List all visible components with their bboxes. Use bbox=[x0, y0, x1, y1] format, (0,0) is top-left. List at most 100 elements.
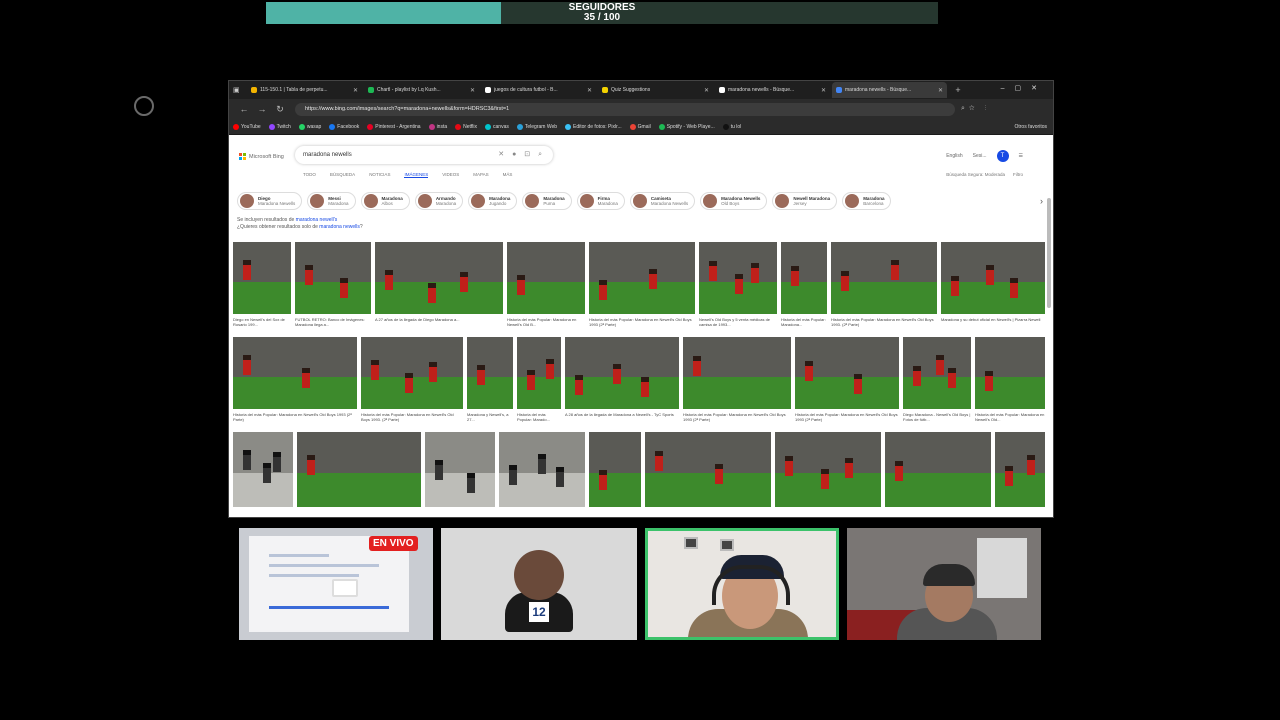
browser-tab[interactable]: Quiz Suggestions ✕ bbox=[598, 82, 713, 98]
image-result-caption[interactable]: FUTBOL RETRO: Banco de Imágenes: Maradon… bbox=[295, 317, 371, 332]
image-result-caption[interactable]: Historia del más Popular: Maradona en Ne… bbox=[975, 412, 1045, 427]
image-result-thumbnail[interactable] bbox=[499, 432, 585, 507]
safe-search-setting[interactable]: Búsqueda Segura: Moderada bbox=[946, 172, 1005, 177]
close-tab-icon[interactable]: ✕ bbox=[704, 87, 709, 94]
image-result-thumbnail[interactable] bbox=[297, 432, 421, 507]
tab-más[interactable]: MÁS bbox=[503, 172, 513, 178]
close-tab-icon[interactable]: ✕ bbox=[938, 87, 943, 94]
image-result-caption[interactable]: Historia del más Popular: Maradona en Ne… bbox=[361, 412, 463, 427]
browser-tab[interactable]: 115-150.1 | Tabla de perpetu... ✕ bbox=[247, 82, 362, 98]
related-search-chip[interactable]: Maradona Albos bbox=[360, 192, 410, 210]
related-search-chip[interactable]: Maradona Newells Old Boys bbox=[700, 192, 768, 210]
bookmark-item[interactable]: canvas bbox=[485, 123, 509, 130]
browser-tab[interactable]: juegos de cultura futbol - B... ✕ bbox=[481, 82, 596, 98]
bookmark-item[interactable]: insta bbox=[428, 123, 447, 130]
notice-alt-query-link[interactable]: maradona newells bbox=[319, 224, 360, 230]
url-field[interactable]: https://www.bing.com/images/search?q=mar… bbox=[295, 102, 955, 116]
page-scrollbar[interactable] bbox=[1047, 198, 1051, 308]
tab-búsqueda[interactable]: BÚSQUEDA bbox=[330, 172, 355, 178]
related-search-chip[interactable]: Maradona Barcelona bbox=[842, 192, 892, 210]
bookmark-item[interactable]: wasap bbox=[298, 123, 321, 130]
image-result-thumbnail[interactable] bbox=[699, 242, 777, 314]
image-result-thumbnail[interactable] bbox=[425, 432, 495, 507]
notice-query-link[interactable]: maradona newell's bbox=[296, 217, 338, 223]
chevron-right-icon[interactable]: › bbox=[1040, 196, 1043, 206]
other-bookmarks-folder[interactable]: Otros favoritos bbox=[1014, 124, 1047, 130]
filter-button[interactable]: Filtro bbox=[1013, 172, 1023, 177]
tab-actions-icon[interactable]: ▣ bbox=[233, 86, 241, 94]
bookmark-item[interactable]: tu lol bbox=[722, 123, 741, 130]
tab-mapas[interactable]: MAPAS bbox=[473, 172, 488, 178]
image-result-caption[interactable]: Maradona y su debut oficial en Newell's … bbox=[941, 317, 1045, 332]
forward-icon[interactable]: → bbox=[253, 104, 271, 114]
bookmark-item[interactable]: Netflix bbox=[455, 123, 477, 130]
image-result-thumbnail[interactable] bbox=[233, 337, 357, 409]
image-result-thumbnail[interactable] bbox=[507, 242, 585, 314]
reload-icon[interactable]: ↻ bbox=[271, 104, 289, 115]
related-search-chip[interactable]: Firma Maradona bbox=[576, 192, 625, 210]
language-link[interactable]: English bbox=[946, 153, 962, 159]
image-result-caption[interactable]: Historia del más Popular: Maradona en Ne… bbox=[233, 412, 357, 427]
related-search-chip[interactable]: Maradona Puma bbox=[522, 192, 572, 210]
image-result-thumbnail[interactable] bbox=[975, 337, 1045, 409]
image-result-caption[interactable]: Diego Maradona - Newell's Old Boys | Fot… bbox=[903, 412, 971, 427]
related-search-chip[interactable]: Newell Maradona Jersey bbox=[772, 192, 838, 210]
image-result-caption[interactable]: Diego en Newell's del Sox de Rosario 199… bbox=[233, 317, 291, 332]
image-result-thumbnail[interactable] bbox=[795, 337, 899, 409]
bookmark-item[interactable]: Gmail bbox=[629, 123, 651, 130]
image-result-thumbnail[interactable] bbox=[831, 242, 937, 314]
image-result-caption[interactable]: Historia del más Popular: Maradona en Ne… bbox=[831, 317, 937, 332]
window-controls[interactable]: –▢✕ bbox=[1001, 84, 1047, 92]
tab-videos[interactable]: VIDEOS bbox=[442, 172, 459, 178]
new-tab-button[interactable]: + bbox=[949, 85, 967, 95]
close-tab-icon[interactable]: ✕ bbox=[470, 87, 475, 94]
user-avatar[interactable]: T bbox=[996, 150, 1009, 162]
tab-todo[interactable]: TODO bbox=[303, 172, 316, 178]
image-result-caption[interactable]: Newell's Old Boys y 5 venta médicas de c… bbox=[699, 317, 777, 332]
image-result-thumbnail[interactable] bbox=[885, 432, 991, 507]
image-result-thumbnail[interactable] bbox=[941, 242, 1045, 314]
image-result-thumbnail[interactable] bbox=[589, 242, 695, 314]
menu-icon[interactable]: ☰ bbox=[1019, 153, 1023, 159]
image-result-caption[interactable]: Historia del más Popular: Maradona en Ne… bbox=[795, 412, 899, 427]
image-result-thumbnail[interactable] bbox=[565, 337, 679, 409]
image-result-thumbnail[interactable] bbox=[361, 337, 463, 409]
close-tab-icon[interactable]: ✕ bbox=[353, 87, 358, 94]
image-result-caption[interactable]: A 27 años de la llegada de Diego Maradon… bbox=[375, 317, 503, 332]
image-result-thumbnail[interactable] bbox=[775, 432, 881, 507]
tab-imágenes[interactable]: IMÁGENES bbox=[404, 172, 429, 178]
image-result-caption[interactable]: Historia del más Popular: Maradona... bbox=[781, 317, 827, 332]
image-result-thumbnail[interactable] bbox=[233, 242, 291, 314]
image-result-caption[interactable]: Historia del más Popular: Marado... bbox=[517, 412, 561, 427]
image-result-caption[interactable]: Historia del más Popular: Maradona en Ne… bbox=[589, 317, 695, 332]
image-result-caption[interactable]: Maradona y Newell's, a 27... bbox=[467, 412, 513, 427]
related-search-chip[interactable]: Maradona Jugando bbox=[468, 192, 518, 210]
related-search-chip[interactable]: Diego Maradona Newells bbox=[237, 192, 303, 210]
image-result-thumbnail[interactable] bbox=[589, 432, 641, 507]
image-result-thumbnail[interactable] bbox=[375, 242, 503, 314]
bookmark-item[interactable]: Facebook bbox=[329, 123, 359, 130]
browser-tab[interactable]: Chartl - playlist by Lq Kush... ✕ bbox=[364, 82, 479, 98]
image-result-thumbnail[interactable] bbox=[517, 337, 561, 409]
microsoft-bing-logo[interactable]: Microsoft Bing bbox=[239, 153, 284, 160]
image-result-thumbnail[interactable] bbox=[995, 432, 1045, 507]
image-result-thumbnail[interactable] bbox=[903, 337, 971, 409]
search-box-icons[interactable]: ✕ ● ⊡ ⌕ bbox=[498, 146, 545, 164]
search-input[interactable]: maradona newells ✕ ● ⊡ ⌕ bbox=[295, 146, 553, 164]
image-result-thumbnail[interactable] bbox=[683, 337, 791, 409]
bookmark-item[interactable]: Telegram Web bbox=[516, 123, 557, 130]
close-tab-icon[interactable]: ✕ bbox=[821, 87, 826, 94]
address-bar-actions[interactable]: ⌕☆ ⋮ bbox=[961, 105, 990, 113]
image-result-caption[interactable]: A 28 años de la llegada de Maradona a Ne… bbox=[565, 412, 679, 427]
bookmark-item[interactable]: YouTube bbox=[233, 123, 261, 130]
bookmark-item[interactable]: Pinterest - Argentina bbox=[367, 123, 421, 130]
related-search-chip[interactable]: Messi Maradona bbox=[307, 192, 356, 210]
tab-noticias[interactable]: NOTICIAS bbox=[369, 172, 390, 178]
bookmark-item[interactable]: Editor de fotos: Pixlr... bbox=[565, 123, 622, 130]
image-result-thumbnail[interactable] bbox=[467, 337, 513, 409]
close-tab-icon[interactable]: ✕ bbox=[587, 87, 592, 94]
image-result-caption[interactable]: Historia del más Popular: Maradona en Ne… bbox=[683, 412, 791, 427]
bookmark-item[interactable]: Spotify - Web Playe... bbox=[658, 123, 715, 130]
image-result-thumbnail[interactable] bbox=[645, 432, 771, 507]
signin-link[interactable]: Sesi... bbox=[973, 153, 987, 159]
